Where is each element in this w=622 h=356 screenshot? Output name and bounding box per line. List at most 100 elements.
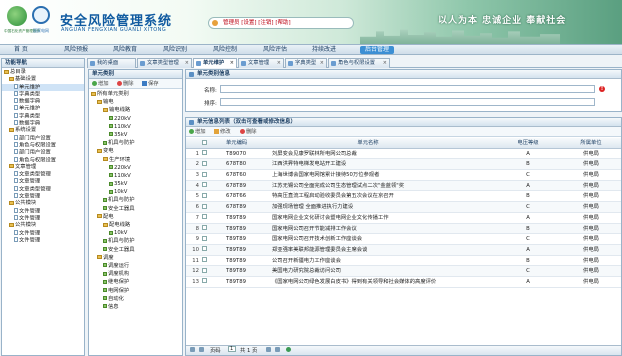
nav-tree-item[interactable]: 数据字典 [2, 98, 84, 105]
nav-tree-item[interactable]: 文章类型管理 [2, 185, 84, 193]
nav-tree-item[interactable]: 文章管理 [2, 178, 84, 185]
nav-tree-item[interactable]: 系统设置 [2, 127, 84, 134]
category-tree-item[interactable]: 110kV [91, 123, 183, 131]
row-checkbox[interactable] [202, 266, 210, 277]
user-bar-text[interactable]: 管理员 [设置] [注销] [帮助] [223, 20, 291, 26]
category-tree-item[interactable]: 安全工器具 [91, 246, 183, 254]
row-checkbox[interactable] [202, 181, 210, 192]
tab-article-manage[interactable]: 文章管理 × [238, 58, 284, 68]
row-checkbox[interactable] [202, 277, 210, 288]
category-tree-item[interactable]: 机具与防护 [91, 196, 183, 204]
refresh-button[interactable] [286, 346, 291, 356]
nav-tree-item[interactable]: 文件管理 [2, 229, 84, 237]
first-page-button[interactable] [190, 346, 195, 356]
nav-tree-item[interactable]: 角色与权限设置 [2, 156, 84, 164]
close-icon[interactable]: × [185, 59, 189, 68]
row-checkbox[interactable] [202, 245, 210, 256]
table-row[interactable]: 3 678T60 上海世博会国家电网馆累计接待50万位参观者 C 供电局 [186, 170, 621, 181]
nav-risk-forecast[interactable]: 风险预报 [64, 46, 88, 54]
category-tree-item[interactable]: 110kV [91, 172, 183, 180]
table-row[interactable]: 10 T89T89 郑亚强率美联邦能源管理委员会主席会谈 A 供电局 [186, 244, 621, 256]
tab-desktop[interactable]: 我的桌面 [87, 58, 136, 68]
last-page-button[interactable] [275, 346, 280, 356]
nav-risk-education[interactable]: 风险教育 [113, 46, 137, 54]
row-checkbox[interactable] [202, 159, 210, 170]
category-save-button[interactable]: 保存 [142, 79, 159, 89]
table-row[interactable]: 2 678T80 江西洪昇特电梯发电站开工建设 B 供电局 [186, 159, 621, 171]
category-tree-item[interactable]: 35kV [91, 180, 183, 188]
nav-tree-item[interactable]: 字典类型 [2, 112, 84, 120]
table-row[interactable]: 4 678T89 江苏无锡公司全面完成公司生态管理试点二次"金蓝领"奖 A 供电局 [186, 180, 621, 192]
row-checkbox[interactable] [202, 224, 210, 235]
category-tree-item[interactable]: 信息 [91, 303, 183, 311]
category-tree-item[interactable]: 自动化 [91, 295, 183, 303]
nav-tree-item[interactable]: 部门用户设置 [2, 149, 84, 156]
tab-dict-type[interactable]: 字典类型 × [285, 58, 327, 68]
col-level[interactable]: 电压等级 [513, 138, 543, 149]
nav-tree-item[interactable]: 单元维护 [2, 83, 84, 91]
category-tree-item[interactable]: 机具与防护 [91, 139, 183, 147]
nav-tree-item[interactable]: 字典类型 [2, 90, 84, 98]
user-bar[interactable]: 管理员 [设置] [注销] [帮助] [208, 17, 354, 29]
col-unit[interactable]: 所属单位 [571, 138, 611, 149]
nav-tree-item[interactable]: 公共模块 [2, 222, 84, 229]
tab-role-perm[interactable]: 角色与权限设置 × [328, 58, 390, 68]
category-tree-item[interactable]: 配电线路 [91, 221, 183, 229]
category-tree-item[interactable]: 调度 [91, 254, 183, 262]
list-add-button[interactable]: 增加 [189, 127, 206, 137]
table-row[interactable]: 13 T89T89 《国家电网公司绿色发展白皮书》得到有关领导和社会媒体的高度评价 A… [186, 277, 621, 288]
nav-tree-item[interactable]: 文件管理 [2, 236, 84, 244]
list-delete-button[interactable]: 删除 [240, 127, 257, 137]
table-row[interactable]: 11 T89T89 公司召开新疆电力工作座谈会 B 供电局 [186, 256, 621, 267]
row-checkbox[interactable] [202, 170, 210, 181]
table-row[interactable]: 5 678T66 特高压直流工程启动验收委员会第五次会议在京召开 B 供电局 [186, 191, 621, 203]
row-checkbox[interactable] [202, 213, 210, 224]
order-input[interactable] [220, 98, 595, 106]
category-tree-item[interactable]: 机具与防护 [91, 237, 183, 245]
nav-risk-assess[interactable]: 风险评估 [263, 46, 287, 54]
nav-tree-item[interactable]: 公共模块 [2, 200, 84, 207]
category-tree-item[interactable]: 调度运行 [91, 262, 183, 270]
category-tree-item[interactable]: 所有单元类别 [91, 90, 183, 98]
table-row[interactable]: 1 T89070 刘屏变会见康罗联林所电网公司总裁 A 供电局 [186, 149, 621, 160]
col-name[interactable]: 单元名称 [272, 138, 464, 149]
select-all-checkbox[interactable] [202, 138, 210, 149]
nav-tree-item[interactable]: 文章管理 [2, 164, 84, 171]
close-icon[interactable]: × [320, 59, 324, 68]
close-icon[interactable]: × [383, 59, 387, 68]
row-checkbox[interactable] [202, 149, 210, 160]
row-checkbox[interactable] [202, 202, 210, 213]
next-page-button[interactable] [266, 346, 271, 356]
table-row[interactable]: 9 T89T89 国家电网公司召开技术创新工作座谈会 C 供电局 [186, 234, 621, 245]
category-tree-item[interactable]: 35kV [91, 131, 183, 139]
tab-article-type[interactable]: 文章类型管理 × [137, 58, 192, 68]
table-row[interactable]: 12 T89T89 美国电力研究院总裁访问公司 C 供电局 [186, 266, 621, 277]
category-tree-item[interactable]: 输电线路 [91, 106, 183, 114]
category-tree-item[interactable]: 配电 [91, 213, 183, 221]
nav-tree-item[interactable]: 文章类型管理 [2, 171, 84, 178]
category-tree-item[interactable]: 调度机构 [91, 270, 183, 278]
nav-tree-item[interactable]: 角色与权限设置 [2, 141, 84, 149]
table-row[interactable]: 8 T89T89 国家电网公司召开节能减排工作会议 B 供电局 [186, 223, 621, 235]
nav-home[interactable]: 首 页 [14, 46, 28, 54]
page-input[interactable]: 1 [228, 346, 236, 352]
category-tree-item[interactable]: 安全工器具 [91, 205, 183, 213]
prev-page-button[interactable] [199, 346, 204, 356]
close-icon[interactable]: × [230, 59, 234, 68]
category-tree-item[interactable]: 生产环境 [91, 156, 183, 164]
nav-tree-item[interactable]: 单元维护 [2, 105, 84, 112]
category-tree-item[interactable]: 电网保护 [91, 287, 183, 295]
close-icon[interactable]: × [277, 59, 281, 68]
category-tree-item[interactable]: 10kV [91, 188, 183, 196]
row-checkbox[interactable] [202, 234, 210, 245]
table-row[interactable]: 6 678T89 加强现场管理 全面推进执行力建设 C 供电局 [186, 202, 621, 213]
category-tree-item[interactable]: 变电 [91, 147, 183, 155]
category-tree-item[interactable]: 继电保护 [91, 278, 183, 286]
nav-tree-item[interactable]: 文件管理 [2, 207, 84, 215]
table-row[interactable]: 7 T89T89 国家电网企业文化研讨会暨电网企业文化传播工作 A 供电局 [186, 213, 621, 224]
tab-unit-maintain[interactable]: 单元维护 × [193, 58, 237, 68]
category-tree-item[interactable]: 220kV [91, 164, 183, 172]
nav-tree-item[interactable]: 部门用户设置 [2, 134, 84, 142]
name-input[interactable] [220, 85, 595, 93]
nav-tree-item[interactable]: 基础设置 [2, 76, 84, 83]
